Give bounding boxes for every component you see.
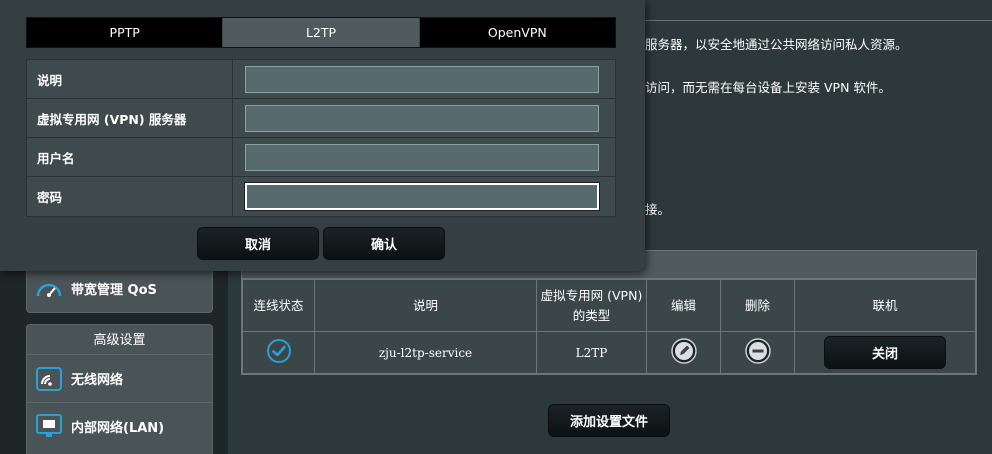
password-label: 密码	[27, 177, 233, 216]
column-header-delete: 删除	[720, 279, 795, 332]
form-row-password: 密码	[27, 177, 615, 216]
column-header-type-label: 虚拟专用网 (VPN) 的类型	[540, 287, 643, 323]
edit-pencil-icon[interactable]	[670, 338, 697, 364]
form-row-description: 说明	[27, 60, 615, 99]
server-input[interactable]	[245, 104, 599, 132]
connected-check-icon	[266, 339, 292, 367]
sidebar-item-label: 内部网络(LAN)	[71, 420, 165, 436]
status-cell	[242, 331, 315, 374]
sidebar-card-qos: 带宽管理 QoS	[26, 264, 213, 313]
column-header-description: 说明	[314, 279, 537, 332]
server-label: 虚拟专用网 (VPN) 服务器	[27, 99, 233, 137]
column-header-status: 连线状态	[242, 279, 315, 332]
column-header-edit: 编辑	[646, 279, 721, 332]
gauge-icon	[35, 275, 63, 303]
tab-openvpn[interactable]: OpenVPN	[419, 18, 615, 47]
edit-cell	[646, 331, 721, 374]
sidebar-item-lan[interactable]: 内部网络(LAN)	[27, 402, 212, 449]
vpn-profile-form: 说明 虚拟专用网 (VPN) 服务器 用户名 密码	[26, 59, 616, 217]
type-cell: L2TP	[536, 331, 647, 374]
column-header-connect: 联机	[794, 279, 976, 332]
disconnect-button[interactable]: 关闭	[824, 336, 946, 369]
description-cell: zju-l2tp-service	[314, 331, 537, 374]
tab-pptp[interactable]: PPTP	[27, 18, 224, 47]
description-line: 服务器，以安全地通过公共网络访问私人资源。	[645, 37, 908, 52]
vpn-settings-screen: 带宽管理 QoS 高级设置 无线网络 内部网络(LAN) 服务器，以安全地通过公…	[0, 0, 992, 454]
password-input[interactable]	[245, 183, 599, 210]
username-label: 用户名	[27, 138, 233, 176]
sidebar-item-label: 带宽管理 QoS	[71, 283, 157, 298]
tab-l2tp[interactable]: L2TP	[223, 18, 420, 47]
form-row-server: 虚拟专用网 (VPN) 服务器	[27, 99, 615, 138]
form-row-username: 用户名	[27, 138, 615, 177]
confirm-button[interactable]: 确认	[323, 227, 445, 260]
delete-cell	[720, 331, 795, 374]
delete-minus-icon[interactable]	[744, 338, 771, 364]
column-header-type: 虚拟专用网 (VPN) 的类型	[536, 279, 647, 332]
connect-cell: 关闭	[794, 331, 976, 374]
sidebar-item-qos[interactable]: 带宽管理 QoS	[27, 265, 212, 312]
wifi-icon	[35, 365, 63, 393]
add-profile-button[interactable]: 添加设置文件	[548, 404, 670, 437]
description-label: 说明	[27, 60, 233, 98]
sidebar-item-label: 无线网络	[71, 373, 124, 388]
username-input[interactable]	[245, 143, 599, 171]
cancel-button[interactable]: 取消	[197, 227, 319, 260]
lan-icon	[35, 412, 63, 440]
table-row: zju-l2tp-service L2TP 关闭	[242, 331, 976, 374]
sidebar-card-advanced: 高级设置 无线网络 内部网络(LAN)	[26, 324, 213, 454]
sidebar-item-wireless[interactable]: 无线网络	[27, 355, 212, 402]
description-input[interactable]	[245, 65, 599, 93]
table-header-row: 连线状态 说明 虚拟专用网 (VPN) 的类型 编辑 删除 联机	[242, 279, 976, 332]
description-line: 接。	[645, 202, 671, 217]
sidebar-section-header: 高级设置	[27, 325, 212, 355]
description-line: 访问，而无需在每台设备上安装 VPN 软件。	[645, 80, 891, 95]
vpn-type-tabs: PPTP L2TP OpenVPN	[26, 17, 616, 48]
vpn-profile-dialog: PPTP L2TP OpenVPN 说明 虚拟专用网 (VPN) 服务器 用户名…	[0, 0, 645, 271]
